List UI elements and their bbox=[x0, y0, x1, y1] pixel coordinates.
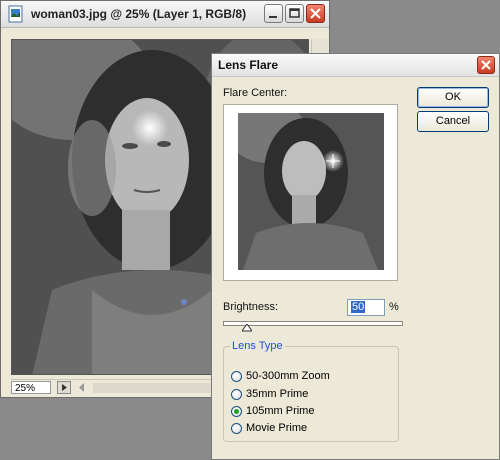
lens-type-option[interactable]: Movie Prime bbox=[231, 421, 307, 435]
triangle-right-icon bbox=[62, 384, 67, 391]
scroll-left-icon[interactable] bbox=[75, 381, 89, 394]
close-icon bbox=[310, 8, 321, 19]
minimize-button[interactable] bbox=[264, 4, 283, 23]
ok-button[interactable]: OK bbox=[417, 87, 489, 108]
flare-center-preview[interactable] bbox=[238, 113, 384, 270]
flare-center-preview-frame bbox=[223, 104, 398, 281]
lens-type-option-label: Movie Prime bbox=[246, 422, 308, 434]
lens-type-option[interactable]: 105mm Prime bbox=[231, 404, 314, 418]
lens-type-option-label: 35mm Prime bbox=[246, 388, 309, 400]
lens-type-option[interactable]: 35mm Prime bbox=[231, 387, 308, 401]
dialog-titlebar[interactable]: Lens Flare bbox=[212, 54, 499, 77]
lens-type-legend: Lens Type bbox=[230, 340, 285, 352]
photoshop-document-icon bbox=[8, 5, 23, 23]
document-titlebar[interactable]: woman03.jpg @ 25% (Layer 1, RGB/8) bbox=[1, 1, 329, 28]
status-menu-button[interactable] bbox=[57, 381, 71, 394]
brightness-label: Brightness: bbox=[223, 301, 279, 313]
document-title: woman03.jpg @ 25% (Layer 1, RGB/8) bbox=[31, 7, 247, 21]
cancel-button[interactable]: Cancel bbox=[417, 111, 489, 132]
radio-button[interactable] bbox=[231, 388, 242, 400]
minimize-icon bbox=[269, 16, 277, 18]
radio-button-checked[interactable] bbox=[231, 405, 242, 417]
dialog-title: Lens Flare bbox=[218, 58, 279, 72]
lens-type-option-label: 50-300mm Zoom bbox=[246, 370, 330, 382]
lens-type-option[interactable]: 50-300mm Zoom bbox=[231, 369, 330, 383]
brightness-slider-thumb[interactable] bbox=[242, 324, 252, 332]
maximize-icon bbox=[289, 8, 300, 18]
dialog-close-button[interactable] bbox=[477, 56, 495, 74]
maximize-button[interactable] bbox=[285, 4, 304, 23]
lens-flare-dialog: Lens Flare Flare Center: OK Cancel Brigh… bbox=[211, 53, 500, 460]
brightness-unit: % bbox=[389, 301, 399, 313]
flare-center-label: Flare Center: bbox=[223, 87, 288, 99]
radio-button[interactable] bbox=[231, 370, 242, 382]
flare-center-crosshair-icon[interactable] bbox=[326, 154, 340, 168]
radio-button[interactable] bbox=[231, 422, 242, 434]
brightness-input[interactable]: 50 bbox=[347, 299, 385, 316]
close-icon bbox=[481, 60, 491, 70]
zoom-field[interactable]: 25% bbox=[11, 381, 51, 394]
brightness-value: 50 bbox=[351, 301, 366, 313]
lens-type-option-label: 105mm Prime bbox=[246, 405, 315, 417]
woman-preview-image bbox=[238, 113, 384, 270]
close-button[interactable] bbox=[306, 4, 325, 23]
